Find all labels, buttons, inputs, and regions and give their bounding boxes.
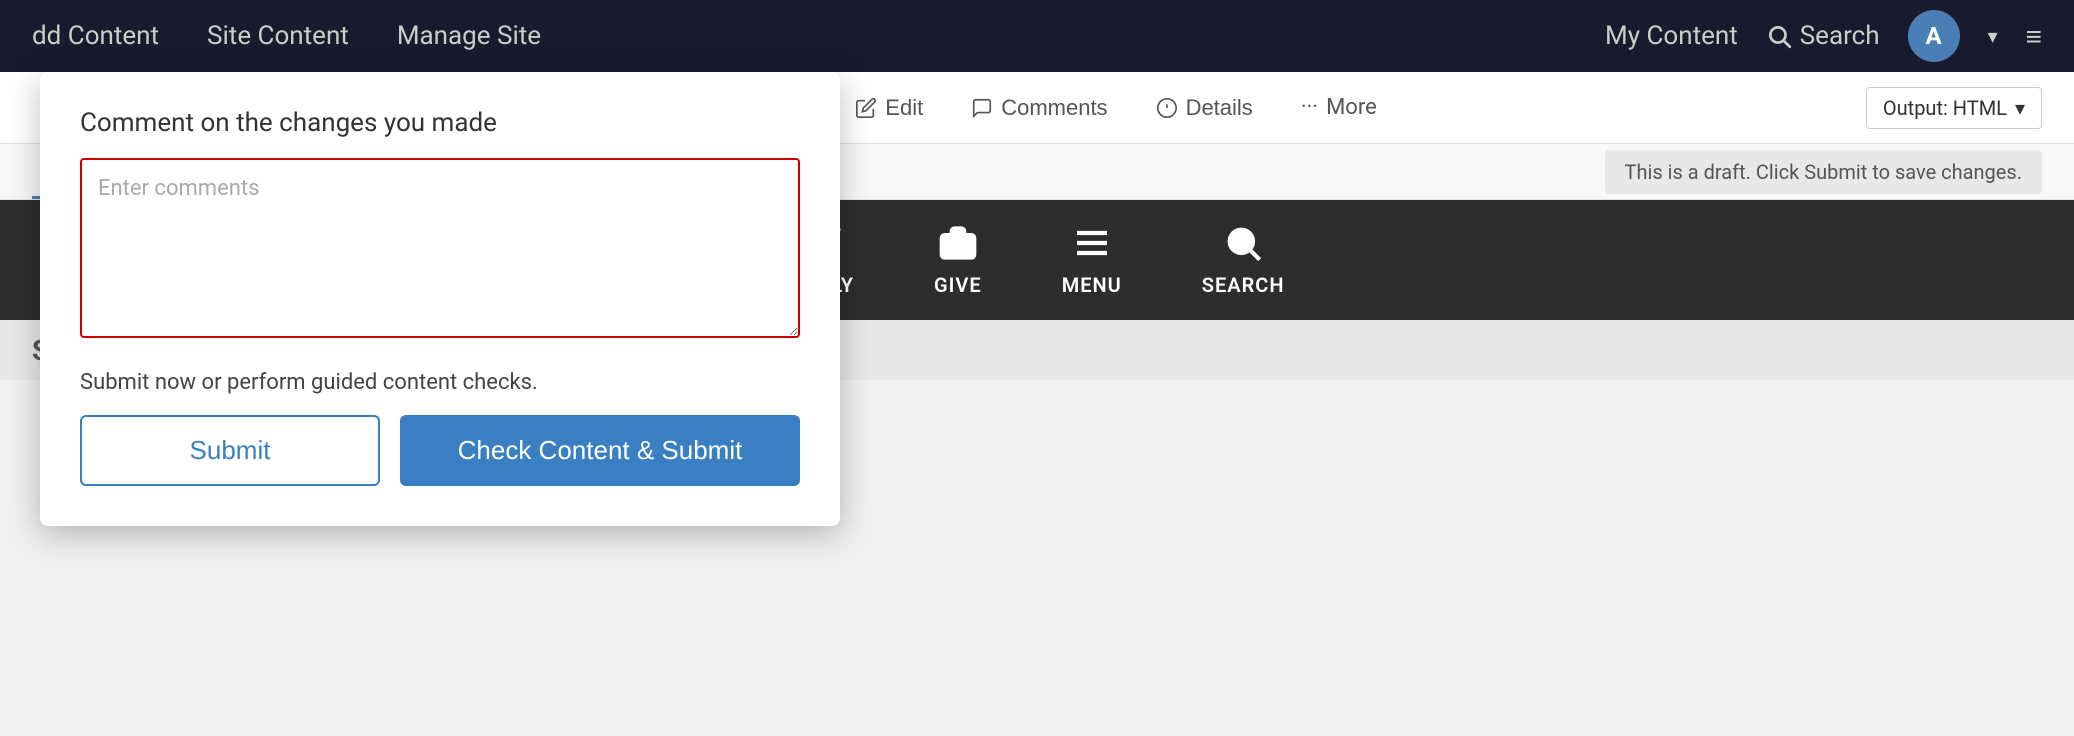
modal-submit-button[interactable]: Submit [80, 415, 380, 486]
top-nav: dd Content Site Content Manage Site My C… [0, 0, 2074, 72]
nav-right: My Content Search A ▾ ≡ [1605, 10, 2042, 62]
give-label: GIVE [934, 273, 982, 297]
check-content-submit-button[interactable]: Check Content & Submit [400, 415, 800, 486]
details-label: Details [1186, 95, 1253, 121]
more-button[interactable]: ··· More [1277, 85, 1401, 130]
preview-give[interactable]: GIVE [934, 223, 982, 297]
nav-manage-site[interactable]: Manage Site [397, 21, 541, 51]
avatar-chevron-icon[interactable]: ▾ [1988, 24, 1998, 48]
modal-instruction: Comment on the changes you made [80, 108, 800, 138]
menu-label: MENU [1062, 273, 1122, 297]
comments-textarea[interactable] [80, 158, 800, 338]
my-content-link[interactable]: My Content [1605, 21, 1738, 51]
avatar[interactable]: A [1908, 10, 1960, 62]
modal-actions: Submit Check Content & Submit [80, 415, 800, 486]
search-label: SEARCH [1202, 273, 1285, 297]
details-button[interactable]: Details [1132, 85, 1277, 131]
hamburger-icon[interactable]: ≡ [2026, 20, 2042, 53]
edit-label: Edit [885, 95, 923, 121]
edit-button[interactable]: Edit [831, 85, 947, 131]
preview-menu[interactable]: MENU [1062, 223, 1122, 297]
nav-add-content[interactable]: dd Content [32, 21, 159, 51]
comments-button[interactable]: Comments [947, 85, 1131, 131]
search-label: Search [1800, 21, 1880, 51]
output-label: Output: HTML [1883, 96, 2007, 120]
more-ellipsis-icon: ··· [1301, 95, 1318, 120]
output-chevron-icon: ▾ [2015, 96, 2025, 120]
comments-label: Comments [1001, 95, 1107, 121]
submit-options-text: Submit now or perform guided content che… [80, 370, 800, 395]
nav-left: dd Content Site Content Manage Site [32, 21, 541, 51]
nav-site-content[interactable]: Site Content [207, 21, 349, 51]
preview-search[interactable]: SEARCH [1202, 223, 1285, 297]
draft-notice: This is a draft. Click Submit to save ch… [1605, 150, 2042, 194]
more-label: More [1326, 95, 1377, 120]
search-button[interactable]: Search [1766, 21, 1880, 51]
output-dropdown[interactable]: Output: HTML ▾ [1866, 87, 2042, 129]
submit-modal: Comment on the changes you made Submit n… [40, 72, 840, 526]
